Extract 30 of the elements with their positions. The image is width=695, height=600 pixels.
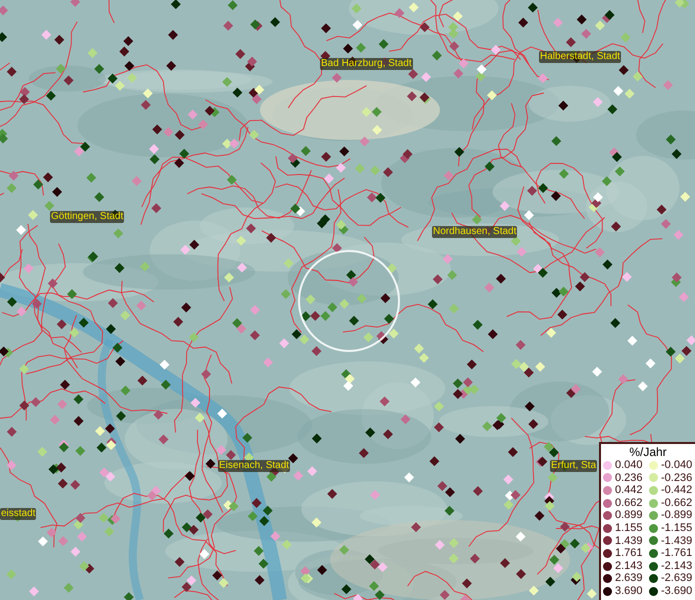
place-label: eisstadt [0,508,36,520]
legend-value: 1.155 [615,522,643,535]
legend-value: 2.639 [615,572,643,585]
legend-value: -2.143 [661,560,692,572]
legend-value: -0.899 [661,509,692,522]
place-label: Erfurt, Sta [550,460,598,472]
legend-value: 1.439 [615,534,643,548]
place-label: Göttingen, Stadt [50,211,124,223]
legend-value: 0.899 [615,509,643,522]
legend-value: 0.442 [615,484,643,497]
legend-value: -3.690 [661,584,692,598]
legend-value: -0.662 [661,496,692,510]
legend-value: -1.155 [661,522,692,535]
legend-value: -1.439 [661,534,692,548]
legend-value: 2.143 [615,560,643,572]
legend-value: -0.040 [661,459,692,472]
legend-value: -0.236 [661,472,692,484]
place-label: Halberstadt, Stadt [539,51,622,63]
place-label: Eisenach, Stadt [218,460,290,472]
place-label: Bad Harzburg, Stadt [320,58,413,70]
legend-value: 0.662 [615,496,643,510]
legend-value: 0.236 [615,472,643,484]
legend-value: 0.040 [615,459,643,472]
legend-value: -0.442 [661,484,692,497]
legend-value: -1.761 [661,547,692,560]
place-label: Nordhausen, Stadt [432,226,518,238]
legend-value: -2.639 [661,572,692,585]
legend-value: 3.690 [615,584,643,598]
legend-value: 1.761 [615,547,643,560]
legend-title: %/Jahr [628,445,668,459]
